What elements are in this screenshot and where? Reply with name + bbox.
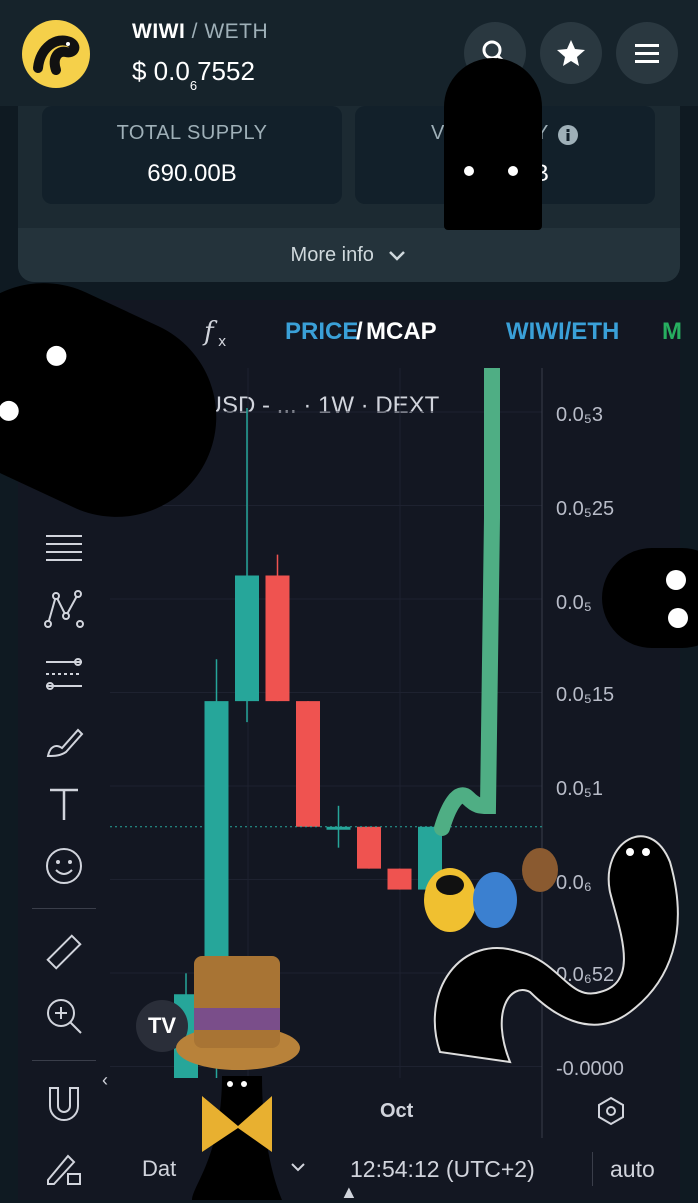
y-tick: 0.0₅ — [556, 592, 592, 614]
pattern-tool-icon[interactable] — [44, 590, 84, 630]
ruler-icon[interactable] — [44, 932, 84, 972]
price-zero-count: 6 — [189, 78, 198, 93]
blob-eye — [508, 166, 518, 176]
indicators-icon[interactable]: fx — [202, 316, 234, 350]
total-supply-card: TOTAL SUPPLY 690.00B — [42, 106, 342, 204]
pair-toggle[interactable]: WIWI/ETH — [506, 318, 619, 346]
volume-label-start: V — [431, 122, 445, 144]
pair-separator: / — [191, 20, 198, 43]
quote-symbol: WETH — [204, 20, 269, 43]
emoji-icon[interactable] — [44, 846, 84, 886]
y-tick: 0.0₅1 — [556, 778, 603, 800]
toggle-separator: / — [356, 318, 363, 345]
total-supply-label: TOTAL SUPPLY — [116, 122, 268, 144]
top-header: WIWI / WETH $ 0.067552 — [0, 0, 698, 106]
mcap-toggle[interactable]: MCAP — [366, 318, 437, 346]
token-info-panel: TOTAL SUPPLY 690.00B V Y B More info — [18, 106, 680, 282]
top-hat-character — [176, 956, 300, 1200]
clock-time: 12:54:12 (UTC+2) — [350, 1156, 535, 1182]
blob-eye — [668, 608, 688, 628]
blob-eye — [464, 166, 474, 176]
lines-tool-icon[interactable] — [44, 528, 84, 568]
price-prefix: $ 0.0 — [132, 56, 190, 86]
text-tool-icon[interactable] — [44, 784, 84, 824]
candle-body — [204, 701, 229, 995]
candle-body — [235, 575, 259, 702]
total-supply-value: 690.00B — [147, 160, 237, 187]
svg-text:x: x — [218, 334, 226, 350]
price-toggle[interactable]: PRICE — [285, 318, 358, 346]
more-info-button[interactable]: More info — [18, 228, 680, 282]
blob-eye — [0, 397, 23, 425]
black-blob-top — [444, 58, 542, 230]
blob-eye — [666, 570, 686, 590]
pair-title: WIWI / WETH — [132, 20, 268, 44]
svg-text:f: f — [202, 317, 218, 347]
info-icon[interactable] — [557, 124, 579, 146]
toolbar-divider — [32, 908, 96, 909]
y-tick: 0.0₅25 — [556, 498, 615, 520]
zoom-in-icon[interactable] — [44, 996, 84, 1036]
cut-toggle[interactable]: M — [662, 318, 682, 346]
token-price: $ 0.067552 — [132, 56, 255, 93]
brush-icon[interactable] — [44, 720, 84, 760]
settings-hex-icon[interactable] — [596, 1096, 626, 1126]
base-symbol: WIWI — [132, 20, 186, 43]
scroll-left-icon[interactable]: ‹ — [102, 1070, 108, 1091]
candle-body — [357, 826, 381, 869]
toolbar-divider — [32, 1060, 96, 1061]
pepe-party-sticker — [424, 848, 558, 932]
auto-scale-toggle[interactable]: auto — [610, 1156, 655, 1183]
chevron-down-icon — [389, 250, 406, 261]
time-bar: Dat 12:54:12 (UTC+2) auto ▲ — [18, 1138, 680, 1202]
x-axis-label: Oct — [380, 1100, 414, 1122]
menu-button[interactable] — [616, 22, 678, 84]
candle-body — [387, 868, 412, 890]
more-info-label: More info — [290, 244, 374, 266]
black-blob-right — [602, 548, 698, 648]
candle-body — [296, 701, 320, 827]
pump-arrow-line — [434, 368, 500, 836]
fib-tool-icon[interactable] — [44, 656, 84, 696]
favorite-button[interactable] — [540, 22, 602, 84]
y-tick: 0.0₅15 — [556, 684, 615, 706]
menu-icon — [635, 44, 659, 63]
token-logo — [22, 20, 90, 88]
blob-eye — [43, 342, 70, 370]
star-icon — [557, 40, 585, 66]
candle-body — [265, 575, 290, 702]
time-bar-divider — [592, 1152, 593, 1186]
price-digits: 7552 — [197, 56, 255, 86]
y-tick: 0.0₅3 — [556, 404, 603, 426]
magnet-icon[interactable] — [44, 1084, 84, 1124]
